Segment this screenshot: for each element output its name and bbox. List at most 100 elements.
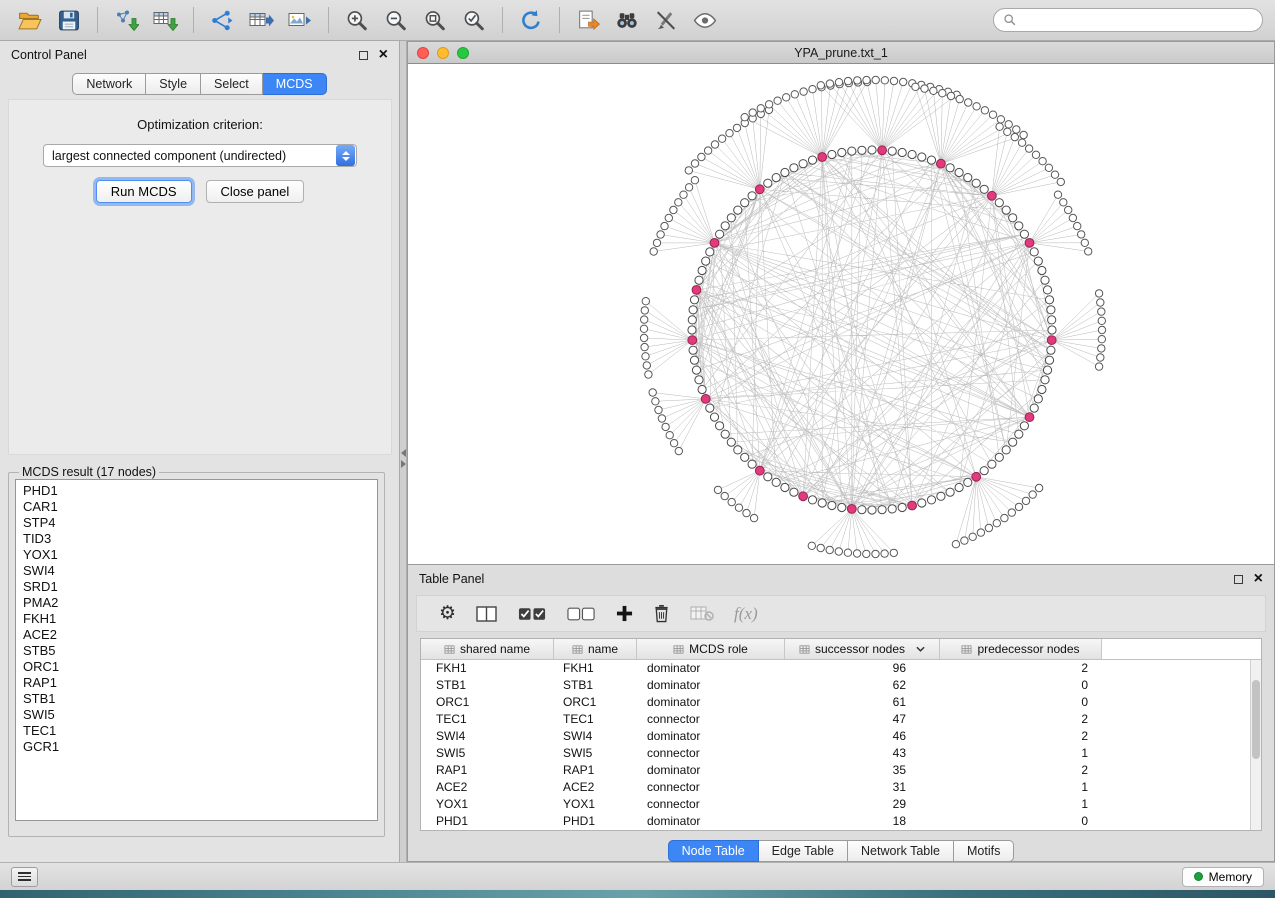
table-row[interactable]: PHD1PHD1dominator180 [421,813,1261,830]
cell-successor-nodes[interactable]: 43 [785,745,940,762]
close-table-panel-icon[interactable]: × [1254,573,1263,585]
import-network-button[interactable] [108,4,144,36]
float-panel-icon[interactable] [359,51,368,60]
tab-network-table[interactable]: Network Table [848,840,954,862]
window-maximize-button[interactable] [457,47,469,59]
mcds-result-item[interactable]: SRD1 [16,579,377,595]
cell-shared-name[interactable]: ORC1 [421,694,554,711]
tab-select[interactable]: Select [201,73,263,95]
cell-shared-name[interactable]: YOX1 [421,796,554,813]
column-header-shared-name[interactable]: shared name [421,639,554,659]
table-row[interactable]: FKH1FKH1dominator962 [421,660,1261,677]
cell-shared-name[interactable]: SWI5 [421,745,554,762]
table-row[interactable]: ORC1ORC1dominator610 [421,694,1261,711]
cell-predecessor-nodes[interactable]: 2 [940,660,1102,677]
panel-splitter[interactable] [400,41,407,862]
show-columns-button[interactable] [476,605,498,623]
cell-predecessor-nodes[interactable]: 0 [940,813,1102,830]
cell-shared-name[interactable]: PHD1 [421,813,554,830]
table-row[interactable]: TEC1TEC1connector472 [421,711,1261,728]
mcds-result-item[interactable]: GCR1 [16,739,377,755]
cell-successor-nodes[interactable]: 29 [785,796,940,813]
column-header-successor-nodes[interactable]: successor nodes [785,639,940,659]
tab-node-table[interactable]: Node Table [668,840,759,862]
mcds-result-item[interactable]: FKH1 [16,611,377,627]
cell-mcds-role[interactable]: dominator [637,813,785,830]
mcds-result-item[interactable]: CAR1 [16,499,377,515]
cell-name[interactable]: PHD1 [554,813,637,830]
hide-graphics-details-button[interactable] [648,4,684,36]
column-header-predecessor-nodes[interactable]: predecessor nodes [940,639,1102,659]
cell-shared-name[interactable]: TEC1 [421,711,554,728]
cell-successor-nodes[interactable]: 47 [785,711,940,728]
cell-shared-name[interactable]: ACE2 [421,779,554,796]
mcds-result-item[interactable]: STB5 [16,643,377,659]
cell-predecessor-nodes[interactable]: 1 [940,796,1102,813]
save-session-button[interactable] [51,4,87,36]
cell-predecessor-nodes[interactable]: 0 [940,677,1102,694]
table-scrollbar[interactable] [1250,660,1261,830]
mcds-result-item[interactable]: STP4 [16,515,377,531]
cell-name[interactable]: STB1 [554,677,637,694]
sort-chevron-icon[interactable] [916,646,925,652]
cell-predecessor-nodes[interactable]: 1 [940,779,1102,796]
cell-shared-name[interactable]: RAP1 [421,762,554,779]
cell-mcds-role[interactable]: dominator [637,762,785,779]
add-column-button[interactable] [616,605,633,622]
tab-style[interactable]: Style [146,73,201,95]
cell-shared-name[interactable]: FKH1 [421,660,554,677]
cell-shared-name[interactable]: SWI4 [421,728,554,745]
scrollbar-thumb[interactable] [1252,680,1260,758]
cell-predecessor-nodes[interactable]: 2 [940,762,1102,779]
mcds-result-item[interactable]: TID3 [16,531,377,547]
table-row[interactable]: RAP1RAP1dominator352 [421,762,1261,779]
close-panel-icon[interactable]: × [379,49,388,61]
find-button[interactable] [609,4,645,36]
window-minimize-button[interactable] [437,47,449,59]
network-graph[interactable] [408,64,1274,564]
column-header-mcds-role[interactable]: MCDS role [637,639,785,659]
deselect-all-button[interactable] [567,606,596,622]
search-input[interactable] [1023,13,1253,27]
table-row[interactable]: ACE2ACE2connector311 [421,779,1261,796]
run-mcds-button[interactable]: Run MCDS [96,180,192,203]
mcds-result-item[interactable]: YOX1 [16,547,377,563]
cell-name[interactable]: ORC1 [554,694,637,711]
zoom-fit-button[interactable] [417,4,453,36]
mcds-result-item[interactable]: ACE2 [16,627,377,643]
table-row[interactable]: SWI5SWI5connector431 [421,745,1261,762]
tab-motifs[interactable]: Motifs [954,840,1014,862]
zoom-in-button[interactable] [339,4,375,36]
cell-mcds-role[interactable]: dominator [637,694,785,711]
mcds-result-item[interactable]: ORC1 [16,659,377,675]
network-canvas[interactable] [408,64,1274,564]
export-table-button[interactable] [243,4,279,36]
cell-name[interactable]: FKH1 [554,660,637,677]
status-menu-button[interactable] [11,867,38,887]
column-header-name[interactable]: name [554,639,637,659]
cell-shared-name[interactable]: STB1 [421,677,554,694]
zoom-selected-button[interactable] [456,4,492,36]
cell-successor-nodes[interactable]: 35 [785,762,940,779]
tab-mcds[interactable]: MCDS [263,73,327,95]
cell-predecessor-nodes[interactable]: 2 [940,711,1102,728]
delete-column-button[interactable] [653,604,670,623]
window-close-button[interactable] [417,47,429,59]
cell-mcds-role[interactable]: dominator [637,728,785,745]
cell-name[interactable]: YOX1 [554,796,637,813]
cell-predecessor-nodes[interactable]: 2 [940,728,1102,745]
share-document-button[interactable] [570,4,606,36]
table-row[interactable]: SWI4SWI4dominator462 [421,728,1261,745]
cell-predecessor-nodes[interactable]: 1 [940,745,1102,762]
table-row[interactable]: YOX1YOX1connector291 [421,796,1261,813]
splitter-collapse-arrows[interactable] [400,446,407,471]
cell-mcds-role[interactable]: connector [637,745,785,762]
cell-mcds-role[interactable]: dominator [637,660,785,677]
mcds-result-item[interactable]: PHD1 [16,483,377,499]
cell-mcds-role[interactable]: connector [637,779,785,796]
tab-edge-table[interactable]: Edge Table [759,840,848,862]
cell-name[interactable]: SWI4 [554,728,637,745]
cell-successor-nodes[interactable]: 61 [785,694,940,711]
search-box[interactable] [993,8,1263,32]
cell-successor-nodes[interactable]: 62 [785,677,940,694]
